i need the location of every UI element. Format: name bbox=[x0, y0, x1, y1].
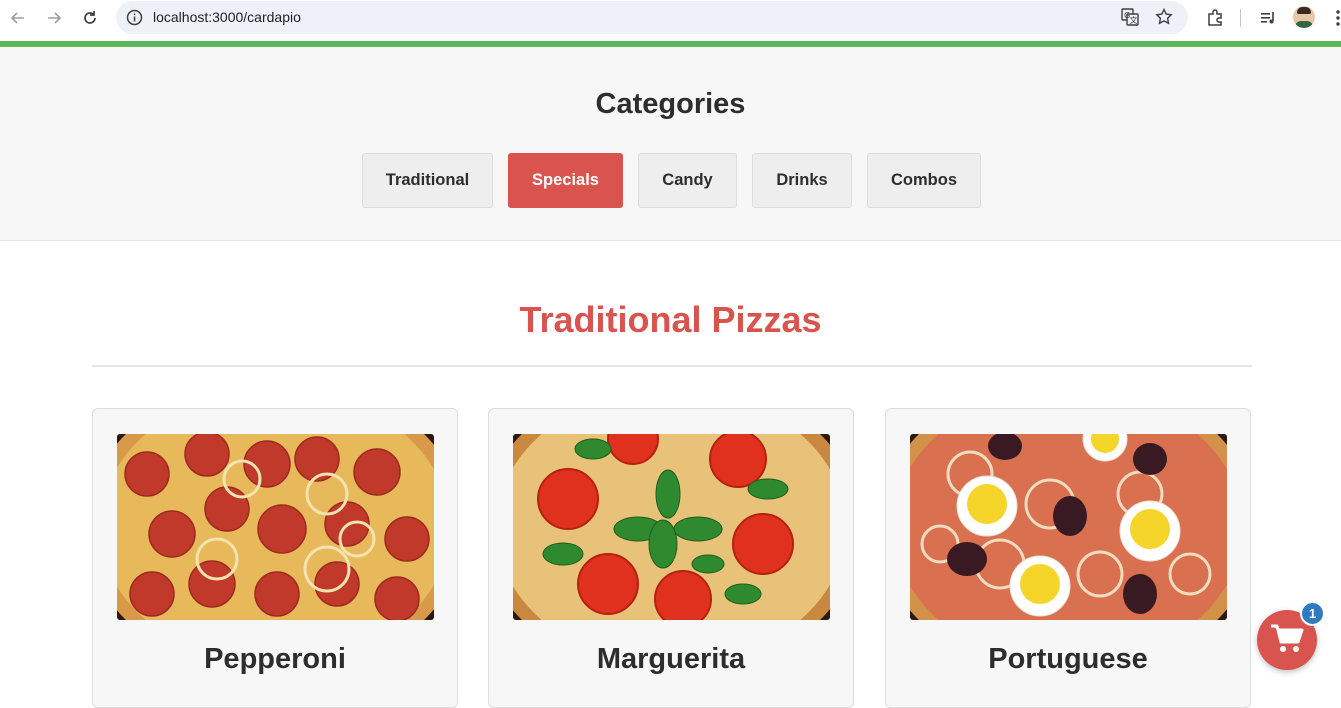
reload-icon[interactable] bbox=[79, 7, 101, 29]
address-bar[interactable]: localhost:3000/cardapio G文 bbox=[116, 1, 1188, 34]
cart-icon bbox=[1270, 623, 1304, 658]
section-divider bbox=[92, 365, 1252, 367]
forward-icon[interactable] bbox=[43, 7, 65, 29]
categories-section: Categories Traditional Specials Candy Dr… bbox=[0, 47, 1341, 241]
svg-text:文: 文 bbox=[1130, 15, 1138, 25]
product-name: Pepperoni bbox=[204, 643, 346, 675]
pepperoni-pizza-photo bbox=[117, 434, 434, 620]
product-name: Portuguese bbox=[988, 643, 1148, 675]
profile-avatar[interactable] bbox=[1293, 6, 1315, 28]
bookmark-star-icon[interactable] bbox=[1155, 7, 1173, 31]
product-card-portuguese[interactable]: Portuguese bbox=[885, 408, 1251, 708]
category-button-drinks[interactable]: Drinks bbox=[752, 153, 852, 208]
portuguese-pizza-photo bbox=[910, 434, 1227, 620]
section-title: Traditional Pizzas bbox=[519, 299, 822, 340]
marguerita-pizza-photo bbox=[513, 434, 830, 620]
product-card-marguerita[interactable]: Marguerita bbox=[488, 408, 854, 708]
site-info-icon[interactable] bbox=[126, 9, 143, 31]
category-button-candy[interactable]: Candy bbox=[638, 153, 737, 208]
browser-toolbar: localhost:3000/cardapio G文 bbox=[0, 0, 1341, 41]
url-text[interactable]: localhost:3000/cardapio bbox=[153, 9, 301, 25]
category-button-traditional[interactable]: Traditional bbox=[362, 153, 493, 208]
cart-count-badge: 1 bbox=[1300, 601, 1325, 626]
product-card-pepperoni[interactable]: Pepperoni bbox=[92, 408, 458, 708]
category-button-combos[interactable]: Combos bbox=[867, 153, 981, 208]
media-control-icon[interactable] bbox=[1257, 7, 1279, 29]
extensions-icon[interactable] bbox=[1204, 7, 1226, 29]
translate-icon[interactable]: G文 bbox=[1121, 8, 1139, 31]
back-icon[interactable] bbox=[7, 7, 29, 29]
menu-kebab-icon[interactable] bbox=[1327, 7, 1341, 29]
category-button-specials[interactable]: Specials bbox=[508, 153, 623, 208]
product-name: Marguerita bbox=[596, 643, 746, 675]
toolbar-divider bbox=[1240, 9, 1241, 27]
categories-title: Categories bbox=[595, 88, 746, 120]
